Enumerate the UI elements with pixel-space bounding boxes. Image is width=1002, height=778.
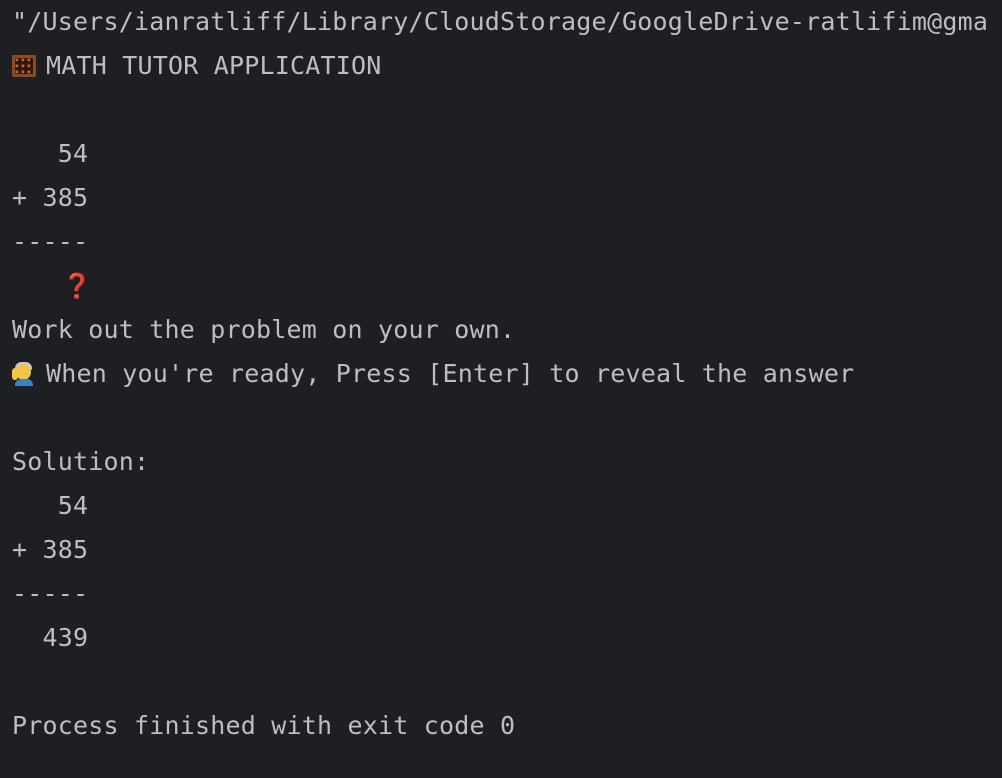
instruction-text: Work out the problem on your own. [12,315,516,344]
solution-answer: 439 [12,623,89,652]
run-console-output[interactable]: "/Users/ianratliff/Library/CloudStorage/… [0,0,1002,778]
problem-rule: ----- [12,227,89,256]
app-title: MATH TUTOR APPLICATION [46,51,382,80]
problem-bottom-operand: + 385 [12,183,89,212]
abacus-icon [12,55,36,77]
question-mark-icon: ❓ [62,272,93,300]
app-title-line: MATH TUTOR APPLICATION [12,44,382,88]
command-line: "/Users/ianratliff/Library/CloudStorage/… [12,7,989,36]
enter-prompt-text: When you're ready, Press [Enter] to reve… [46,359,855,388]
solution-bottom-operand: + 385 [12,535,89,564]
solution-rule: ----- [12,579,89,608]
solution-top-operand: 54 [12,491,89,520]
solution-label: Solution: [12,447,150,476]
exit-message: Process finished with exit code 0 [12,711,516,740]
enter-prompt-line: When you're ready, Press [Enter] to reve… [12,352,854,396]
problem-top-operand: 54 [12,139,89,168]
raising-hand-person-icon [12,362,34,386]
